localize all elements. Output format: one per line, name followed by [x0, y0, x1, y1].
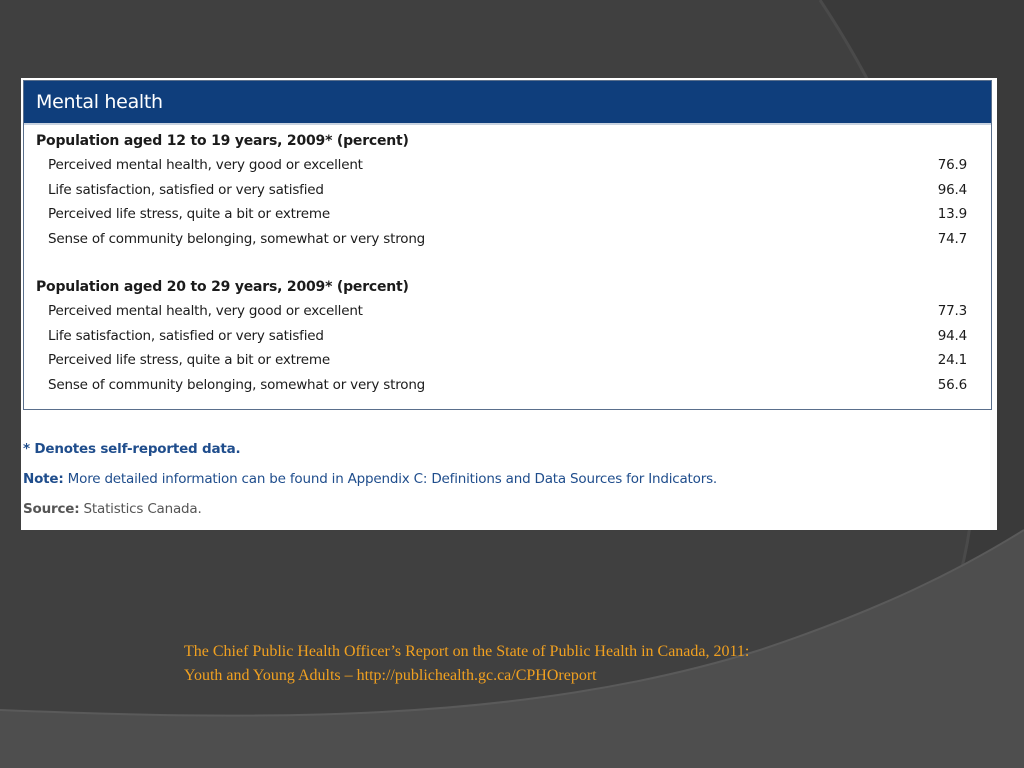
- table-row: Life satisfaction, satisfied or very sat…: [36, 324, 967, 349]
- row-label: Perceived life stress, quite a bit or ex…: [48, 352, 330, 368]
- denotes-text: * Denotes self-reported data.: [23, 441, 241, 457]
- caption-line-1: The Chief Public Health Officer’s Report…: [184, 643, 750, 660]
- table-notes: * Denotes self-reported data. Note: More…: [23, 434, 717, 524]
- caption-line-2: Youth and Young Adults – http://publiche…: [184, 667, 597, 684]
- table-divider: [24, 123, 991, 125]
- mental-health-table: Mental health Population aged 12 to 19 y…: [23, 80, 992, 410]
- appendix-note: Note: More detailed information can be f…: [23, 464, 717, 494]
- source-key: Source:: [23, 501, 80, 517]
- row-label: Perceived mental health, very good or ex…: [48, 157, 363, 173]
- row-value: 77.3: [937, 303, 967, 319]
- table-row: Sense of community belonging, somewhat o…: [36, 227, 967, 252]
- row-value: 74.7: [937, 230, 967, 247]
- note-text: More detailed information can be found i…: [63, 471, 718, 487]
- table-image-panel: Mental health Population aged 12 to 19 y…: [21, 78, 997, 530]
- row-label: Perceived life stress, quite a bit or ex…: [48, 206, 330, 222]
- table-row: Perceived life stress, quite a bit or ex…: [36, 348, 967, 373]
- section-heading: Population aged 12 to 19 years, 2009* (p…: [36, 133, 409, 149]
- self-reported-note: * Denotes self-reported data.: [23, 434, 717, 464]
- section-20-29: Population aged 20 to 29 years, 2009* (p…: [36, 275, 967, 397]
- row-label: Perceived mental health, very good or ex…: [48, 303, 363, 319]
- row-label: Life satisfaction, satisfied or very sat…: [48, 327, 324, 344]
- row-label: Sense of community belonging, somewhat o…: [48, 230, 426, 247]
- table-title: Mental health: [24, 81, 991, 123]
- table-row: Perceived life stress, quite a bit or ex…: [36, 202, 967, 227]
- row-value: 94.4: [937, 327, 967, 344]
- section-12-19: Population aged 12 to 19 years, 2009* (p…: [36, 129, 967, 251]
- note-key: Note:: [23, 471, 64, 487]
- source-note: Source: Statistics Canada.: [23, 494, 717, 524]
- table-row: Life satisfaction, satisfied or very sat…: [36, 178, 967, 203]
- row-label: Life satisfaction, satisfied or very sat…: [48, 181, 324, 198]
- section-heading: Population aged 20 to 29 years, 2009* (p…: [36, 279, 409, 295]
- row-value: 96.4: [937, 181, 967, 198]
- row-label: Sense of community belonging, somewhat o…: [48, 376, 426, 393]
- row-value: 56.6: [937, 376, 967, 393]
- row-value: 24.1: [937, 352, 967, 368]
- table-row: Sense of community belonging, somewhat o…: [36, 373, 967, 398]
- slide-caption: The Chief Public Health Officer’s Report…: [184, 640, 944, 688]
- row-value: 76.9: [937, 157, 967, 173]
- source-text: Statistics Canada.: [79, 501, 202, 517]
- table-row: Perceived mental health, very good or ex…: [36, 299, 967, 324]
- row-value: 13.9: [937, 206, 967, 222]
- table-row: Perceived mental health, very good or ex…: [36, 153, 967, 178]
